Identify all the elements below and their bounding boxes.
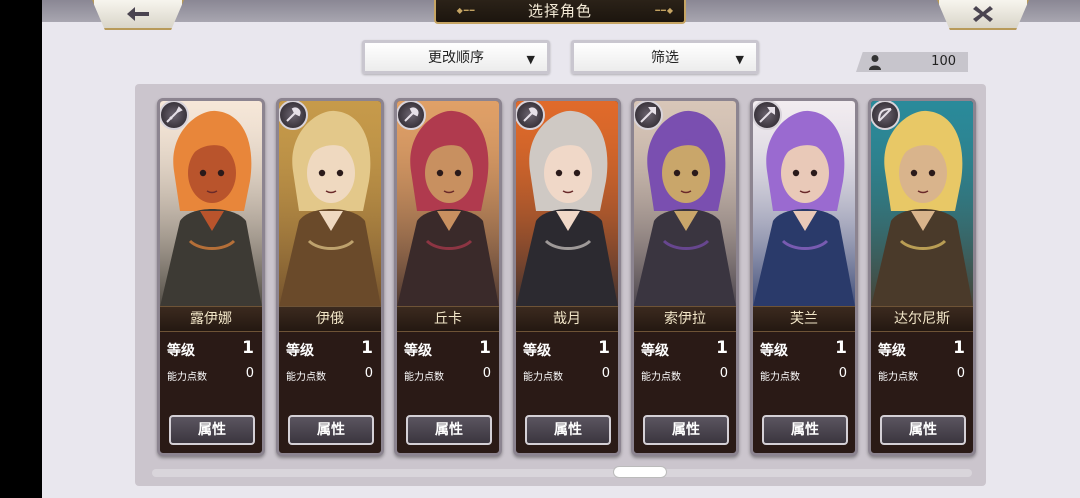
level-label: 等级	[404, 343, 432, 359]
ability-points-label: 能力点数	[878, 372, 918, 383]
character-name: 丘卡	[397, 306, 499, 332]
level-label: 等级	[878, 343, 906, 359]
axe-icon	[279, 101, 308, 130]
level-value: 1	[598, 338, 610, 358]
character-portrait	[871, 101, 973, 307]
character-portrait	[516, 101, 618, 307]
level-value: 1	[479, 338, 491, 358]
ability-points-label: 能力点数	[760, 372, 800, 383]
ability-points-value: 0	[245, 366, 254, 381]
ability-points-value: 0	[364, 366, 373, 381]
character-card[interactable]: 索伊拉 等级 1 能力点数 0 属性	[631, 98, 739, 456]
character-card[interactable]: 露伊娜 等级 1 能力点数 0 属性	[157, 98, 265, 456]
character-stats: 等级 1 能力点数 0 属性	[871, 332, 973, 453]
character-card[interactable]: 芙兰 等级 1 能力点数 0 属性	[750, 98, 858, 456]
back-button[interactable]	[92, 0, 184, 30]
attributes-button[interactable]: 属性	[880, 415, 966, 445]
character-stats: 等级 1 能力点数 0 属性	[279, 332, 381, 453]
attributes-button[interactable]: 属性	[525, 415, 611, 445]
ability-points-value: 0	[719, 366, 728, 381]
horizontal-scrollbar[interactable]	[152, 469, 972, 477]
filter-dropdown[interactable]: 筛选 ▼	[571, 40, 759, 74]
ability-points-value: 0	[601, 366, 610, 381]
character-card[interactable]: 丘卡 等级 1 能力点数 0 属性	[394, 98, 502, 456]
close-x-icon	[973, 6, 993, 22]
ability-points-label: 能力点数	[641, 372, 681, 383]
level-value: 1	[953, 338, 965, 358]
character-card[interactable]: 伊俄 等级 1 能力点数 0 属性	[276, 98, 384, 456]
character-portrait	[634, 101, 736, 307]
axe-icon	[516, 101, 545, 130]
character-portrait	[397, 101, 499, 307]
ability-points-label: 能力点数	[286, 372, 326, 383]
level-value: 1	[361, 338, 373, 358]
player-count-badge: 100	[856, 52, 968, 72]
level-label: 等级	[641, 343, 669, 359]
character-name: 芙兰	[753, 306, 855, 332]
character-stats: 等级 1 能力点数 0 属性	[160, 332, 262, 453]
sort-order-label: 更改顺序	[428, 50, 484, 66]
banner-ornament-right: ━━◆	[655, 6, 674, 15]
ability-points-label: 能力点数	[404, 372, 444, 383]
ability-points-value: 0	[956, 366, 965, 381]
chevron-down-icon: ▼	[735, 53, 744, 66]
back-arrow-icon	[127, 7, 149, 21]
character-card[interactable]: 哉月 等级 1 能力点数 0 属性	[513, 98, 621, 456]
close-button[interactable]	[937, 0, 1029, 30]
page-title: 选择角色	[527, 2, 592, 20]
character-name: 哉月	[516, 306, 618, 332]
character-name: 达尔尼斯	[871, 306, 973, 332]
player-count-value: 100	[931, 54, 956, 69]
character-stats: 等级 1 能力点数 0 属性	[753, 332, 855, 453]
character-stats: 等级 1 能力点数 0 属性	[397, 332, 499, 453]
ability-points-value: 0	[838, 366, 847, 381]
level-label: 等级	[286, 343, 314, 359]
character-portrait	[160, 101, 262, 307]
sword-icon	[160, 101, 189, 130]
person-icon	[869, 55, 881, 70]
attributes-button[interactable]: 属性	[288, 415, 374, 445]
character-portrait	[279, 101, 381, 307]
ability-points-value: 0	[482, 366, 491, 381]
character-name: 伊俄	[279, 306, 381, 332]
attributes-button[interactable]: 属性	[762, 415, 848, 445]
spear-icon	[753, 101, 782, 130]
scrollbar-thumb[interactable]	[613, 466, 667, 478]
level-label: 等级	[167, 343, 195, 359]
axe-icon	[397, 101, 426, 130]
character-stats: 等级 1 能力点数 0 属性	[516, 332, 618, 453]
character-stats: 等级 1 能力点数 0 属性	[634, 332, 736, 453]
character-portrait	[753, 101, 855, 307]
spear-icon	[634, 101, 663, 130]
level-value: 1	[242, 338, 254, 358]
level-value: 1	[716, 338, 728, 358]
filter-label: 筛选	[651, 50, 679, 66]
ability-points-label: 能力点数	[523, 372, 563, 383]
chevron-down-icon: ▼	[526, 53, 535, 66]
bow-icon	[871, 101, 900, 130]
attributes-button[interactable]: 属性	[169, 415, 255, 445]
attributes-button[interactable]: 属性	[406, 415, 492, 445]
screen-edge	[0, 0, 42, 498]
banner-ornament-left: ◆━━	[456, 6, 476, 15]
level-value: 1	[835, 338, 847, 358]
character-name: 露伊娜	[160, 306, 262, 332]
character-card[interactable]: 达尔尼斯 等级 1 能力点数 0 属性	[868, 98, 976, 456]
ability-points-label: 能力点数	[167, 372, 207, 383]
attributes-button[interactable]: 属性	[643, 415, 729, 445]
sort-order-dropdown[interactable]: 更改顺序 ▼	[362, 40, 550, 74]
character-name: 索伊拉	[634, 306, 736, 332]
level-label: 等级	[760, 343, 788, 359]
level-label: 等级	[523, 343, 551, 359]
page-title-banner: ◆━━ 选择角色 ━━◆	[434, 0, 686, 24]
